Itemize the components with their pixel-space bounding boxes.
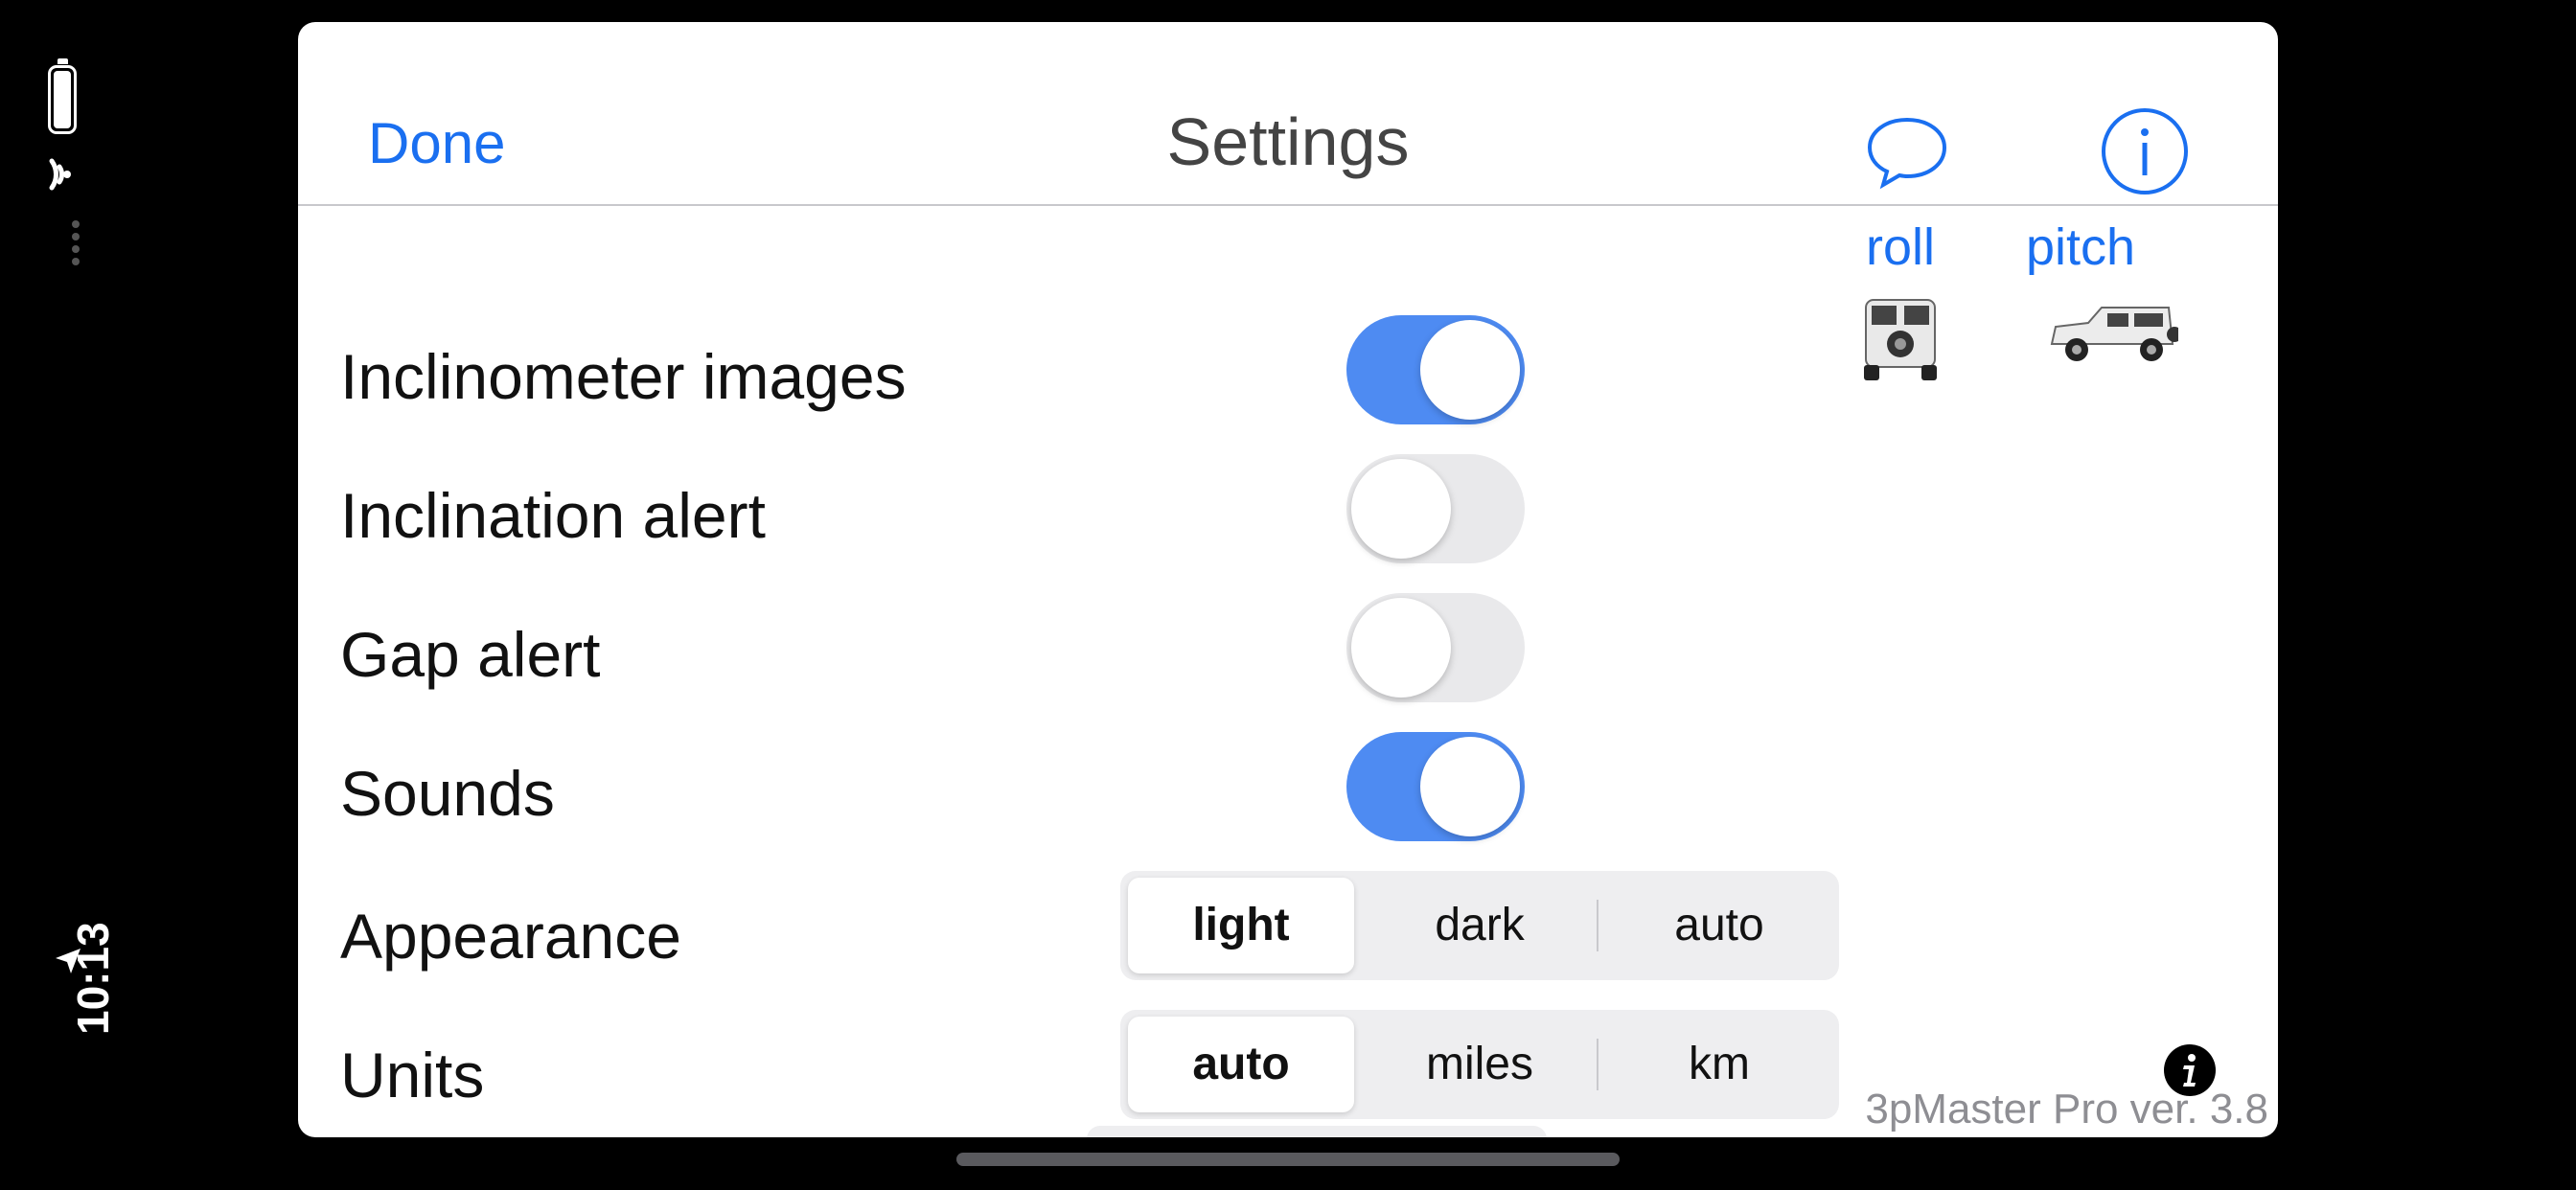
row-units: Units auto miles km — [340, 1010, 1874, 1129]
row-inclinometer-images: Inclinometer images — [340, 315, 1874, 430]
settings-modal: Done Settings roll pitch Inclinometer im… — [298, 22, 2278, 1137]
status-rail: 10:13 — [0, 0, 134, 1190]
inclinometer-images-label: Inclinometer images — [340, 341, 907, 412]
sounds-toggle[interactable] — [1346, 732, 1525, 841]
appearance-option-dark[interactable]: dark — [1367, 878, 1593, 973]
row-gap-alert: Gap alert — [340, 593, 1874, 708]
units-label: Units — [340, 1040, 485, 1110]
inclination-alert-toggle[interactable] — [1346, 454, 1525, 563]
page-title: Settings — [1166, 104, 1410, 179]
sounds-label: Sounds — [340, 758, 555, 829]
next-row-control — [1087, 1126, 1547, 1137]
appearance-option-light[interactable]: light — [1128, 878, 1354, 973]
roll-label: roll — [1865, 218, 1935, 276]
wifi-icon — [49, 158, 71, 191]
segment-divider — [1597, 900, 1598, 951]
inclination-alert-label: Inclination alert — [340, 480, 766, 551]
navigation-bar: Done Settings — [298, 22, 2278, 206]
row-sounds: Sounds — [340, 732, 1874, 847]
version-label: 3pMaster Pro ver. 3.8 — [1865, 1086, 2268, 1133]
pitch-label: pitch — [2025, 218, 2136, 276]
status-time: 10:13 — [68, 922, 118, 1035]
gap-alert-label: Gap alert — [340, 619, 601, 690]
inclinometer-images-toggle[interactable] — [1346, 315, 1525, 424]
suv-side-view-icon — [2050, 307, 2178, 361]
units-option-miles[interactable]: miles — [1367, 1017, 1593, 1112]
units-option-km[interactable]: km — [1606, 1017, 1832, 1112]
gap-alert-toggle[interactable] — [1346, 593, 1525, 702]
settings-list: roll pitch Inclinometer images Inclinati… — [298, 206, 2278, 1137]
segment-divider — [1597, 1039, 1598, 1090]
home-indicator[interactable] — [956, 1153, 1620, 1166]
battery-icon — [48, 58, 77, 134]
units-option-auto[interactable]: auto — [1128, 1017, 1354, 1112]
appearance-label: Appearance — [340, 901, 681, 972]
row-appearance: Appearance light dark auto — [340, 871, 1874, 990]
signal-dots-icon — [72, 220, 80, 270]
appearance-segmented-control: light dark auto — [1120, 871, 1839, 980]
row-inclination-alert: Inclination alert — [340, 454, 1874, 569]
speech-bubble-icon[interactable] — [1864, 108, 1950, 195]
units-segmented-control: auto miles km — [1120, 1010, 1839, 1119]
info-circle-icon[interactable] — [2100, 106, 2190, 196]
appearance-option-auto[interactable]: auto — [1606, 878, 1832, 973]
